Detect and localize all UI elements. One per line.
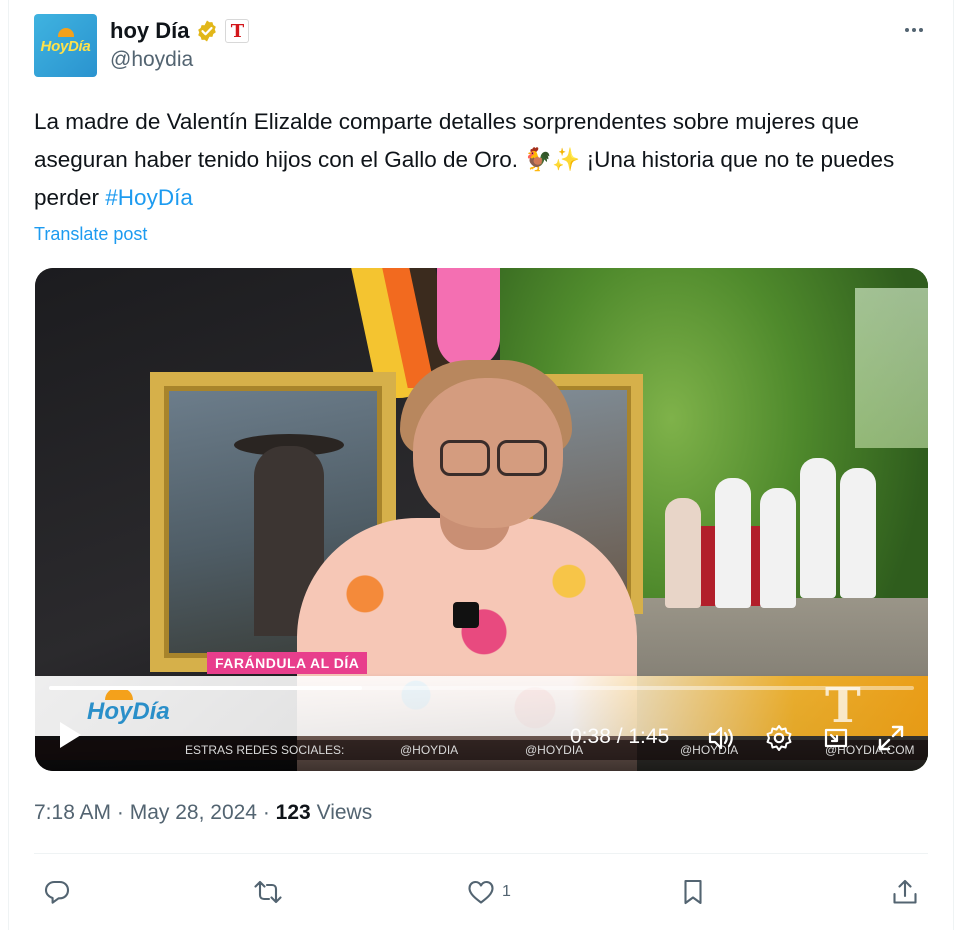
lower-third-caption: FARÁNDULA AL DÍA xyxy=(207,652,368,674)
affiliate-logo-icon[interactable]: T xyxy=(225,19,250,43)
video-player[interactable]: FARÁNDULA AL DÍA HoyDía T ESTRAS REDES S… xyxy=(35,268,928,771)
avatar-sun-icon xyxy=(58,28,74,37)
share-icon xyxy=(893,879,917,904)
settings-gear-icon[interactable] xyxy=(763,722,795,754)
play-icon[interactable] xyxy=(57,720,83,750)
video-progress-bar[interactable] xyxy=(49,686,914,690)
tweet-time[interactable]: 7:18 AM xyxy=(34,801,111,824)
video-frame-glasses xyxy=(440,440,490,476)
reply-button[interactable] xyxy=(42,876,78,908)
more-options-button[interactable] xyxy=(896,18,932,42)
video-frame-stripe xyxy=(437,268,500,368)
video-progress-fill xyxy=(49,686,363,690)
heart-icon xyxy=(468,880,494,904)
share-button[interactable] xyxy=(890,876,920,908)
more-dot-icon xyxy=(912,28,916,32)
fullscreen-expand-icon[interactable] xyxy=(875,722,907,754)
more-dot-icon xyxy=(919,28,923,32)
video-frame-glasses xyxy=(497,440,547,476)
social-strip-text: ESTRAS REDES SOCIALES: xyxy=(185,743,345,757)
repost-icon xyxy=(254,880,282,904)
video-frame-sky xyxy=(855,288,928,448)
author-name-row: hoy Día T xyxy=(110,16,250,46)
hashtag-link[interactable]: #HoyDía xyxy=(105,185,193,210)
divider xyxy=(34,853,928,854)
rooster-sparkles-emoji-icon: 🐓✨ xyxy=(524,147,581,173)
like-count: 1 xyxy=(502,883,511,900)
views-label: Views xyxy=(316,801,373,824)
picture-in-picture-icon[interactable] xyxy=(820,722,852,754)
like-button[interactable]: 1 xyxy=(466,876,511,908)
tweet-meta: 7:18 AM · May 28, 2024 · 123 Views xyxy=(34,801,373,824)
video-frame-people xyxy=(645,458,876,638)
hoydia-logo: HoyDía xyxy=(87,698,170,725)
video-time: 0:38 / 1:45 xyxy=(570,725,670,748)
lapel-mic xyxy=(453,602,479,628)
avatar-logo-text: HoyDía xyxy=(40,38,91,55)
social-strip-text: @HOYDIA xyxy=(400,743,459,757)
bookmark-button[interactable] xyxy=(678,876,714,908)
more-dot-icon xyxy=(905,28,909,32)
volume-icon[interactable] xyxy=(705,722,737,754)
avatar[interactable]: HoyDía xyxy=(34,14,97,77)
translate-post-link[interactable]: Translate post xyxy=(34,224,147,245)
verified-badge-icon[interactable] xyxy=(195,19,219,43)
bookmark-icon xyxy=(684,879,702,905)
reply-icon xyxy=(44,880,70,904)
tweet-text: La madre de Valentín Elizalde comparte d… xyxy=(34,103,924,217)
views-count: 123 xyxy=(275,801,311,824)
handle[interactable]: @hoydia xyxy=(110,48,193,72)
tweet-date[interactable]: May 28, 2024 xyxy=(130,801,257,824)
display-name[interactable]: hoy Día xyxy=(110,18,189,44)
repost-button[interactable] xyxy=(253,876,289,908)
